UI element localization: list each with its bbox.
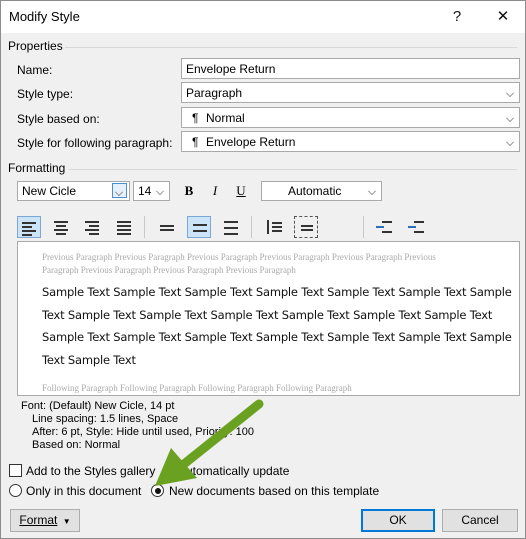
bold-button[interactable]: B xyxy=(178,180,200,202)
font-color-value: Automatic xyxy=(288,184,342,198)
justify-button[interactable] xyxy=(112,216,136,238)
based-on-select[interactable]: ¶ Normal xyxy=(181,107,520,128)
one-half-spacing-button[interactable] xyxy=(187,216,211,238)
following-paragraph-value: Envelope Return xyxy=(206,135,296,149)
previous-paragraph-text: Previous Paragraph Previous Paragraph Pr… xyxy=(42,252,436,275)
decrease-indent-icon[interactable] xyxy=(372,216,396,238)
add-to-gallery-label: Add to the Styles gallery xyxy=(26,464,156,478)
modify-style-dialog: Modify Style ? ✕ Properties Name: Envelo… xyxy=(0,0,526,539)
double-spacing-button[interactable] xyxy=(219,216,243,238)
chevron-down-icon xyxy=(364,183,379,198)
name-input[interactable]: Envelope Return xyxy=(181,58,520,79)
name-label: Name: xyxy=(17,63,53,77)
sample-text-line-3: Sample Text Sample Text Sample Text Samp… xyxy=(42,330,512,344)
align-right-button[interactable] xyxy=(80,216,104,238)
only-this-document-label: Only in this document xyxy=(26,484,142,498)
toolbar-divider xyxy=(144,216,145,238)
chevron-down-icon xyxy=(152,183,167,198)
help-button[interactable]: ? xyxy=(441,5,473,29)
following-paragraph-text: Following Paragraph Following Paragraph … xyxy=(42,383,352,393)
chevron-down-icon[interactable] xyxy=(112,183,127,198)
name-value: Envelope Return xyxy=(186,62,276,76)
based-on-label: Style based on: xyxy=(17,112,100,126)
properties-divider xyxy=(65,47,517,48)
paragraph-spacing-icon[interactable] xyxy=(294,216,318,238)
chevron-down-icon xyxy=(502,134,517,149)
style-preview-pane: Previous Paragraph Previous Paragraph Pr… xyxy=(17,241,520,396)
following-paragraph-select[interactable]: ¶ Envelope Return xyxy=(181,131,520,152)
single-spacing-button[interactable] xyxy=(155,216,179,238)
only-this-document-radio[interactable] xyxy=(9,484,22,497)
align-center-button[interactable] xyxy=(49,216,73,238)
chevron-down-icon xyxy=(502,85,517,100)
style-type-value: Paragraph xyxy=(186,86,243,100)
toolbar-divider xyxy=(251,216,252,238)
add-to-gallery-checkbox[interactable] xyxy=(9,464,22,477)
style-type-label: Style type: xyxy=(17,87,74,101)
following-paragraph-label: Style for following paragraph: xyxy=(17,136,173,150)
line-spacing-icon[interactable] xyxy=(262,216,286,238)
dialog-title: Modify Style xyxy=(9,9,80,24)
ok-button[interactable]: OK xyxy=(361,509,435,532)
formatting-divider xyxy=(69,169,517,170)
italic-button[interactable]: I xyxy=(204,180,226,202)
toolbar-divider xyxy=(363,216,364,238)
paragraph-mark-icon: ¶ xyxy=(192,111,199,125)
cancel-button[interactable]: Cancel xyxy=(442,509,518,532)
increase-indent-icon[interactable] xyxy=(404,216,428,238)
sample-text-line-4: Text Sample Text xyxy=(42,353,136,367)
formatting-heading: Formatting xyxy=(8,161,66,175)
properties-heading: Properties xyxy=(8,39,63,53)
paragraph-mark-icon: ¶ xyxy=(192,135,199,149)
title-bar: Modify Style ? ✕ xyxy=(1,1,525,33)
underline-button[interactable]: U xyxy=(230,180,252,202)
font-name-value: New Cicle xyxy=(22,184,77,198)
dropdown-arrow-icon: ▼ xyxy=(62,517,71,526)
font-color-select[interactable]: Automatic xyxy=(261,181,382,201)
close-button[interactable]: ✕ xyxy=(487,5,519,29)
chevron-down-icon xyxy=(502,110,517,125)
font-size-combo[interactable]: 14 xyxy=(133,181,170,201)
format-button-label: Format xyxy=(19,513,58,527)
font-name-combo[interactable]: New Cicle xyxy=(17,181,130,201)
style-type-select[interactable]: Paragraph xyxy=(181,82,520,103)
sample-text-line-1: Sample Text Sample Text Sample Text Samp… xyxy=(42,285,512,299)
annotation-arrow-icon xyxy=(155,399,264,486)
format-button[interactable]: Format ▼ xyxy=(10,509,80,532)
font-size-value: 14 xyxy=(138,184,152,198)
based-on-value: Normal xyxy=(206,111,245,125)
align-left-button[interactable] xyxy=(17,216,41,238)
sample-text-line-2: Text Sample Text Sample Text Sample Text… xyxy=(42,308,493,322)
